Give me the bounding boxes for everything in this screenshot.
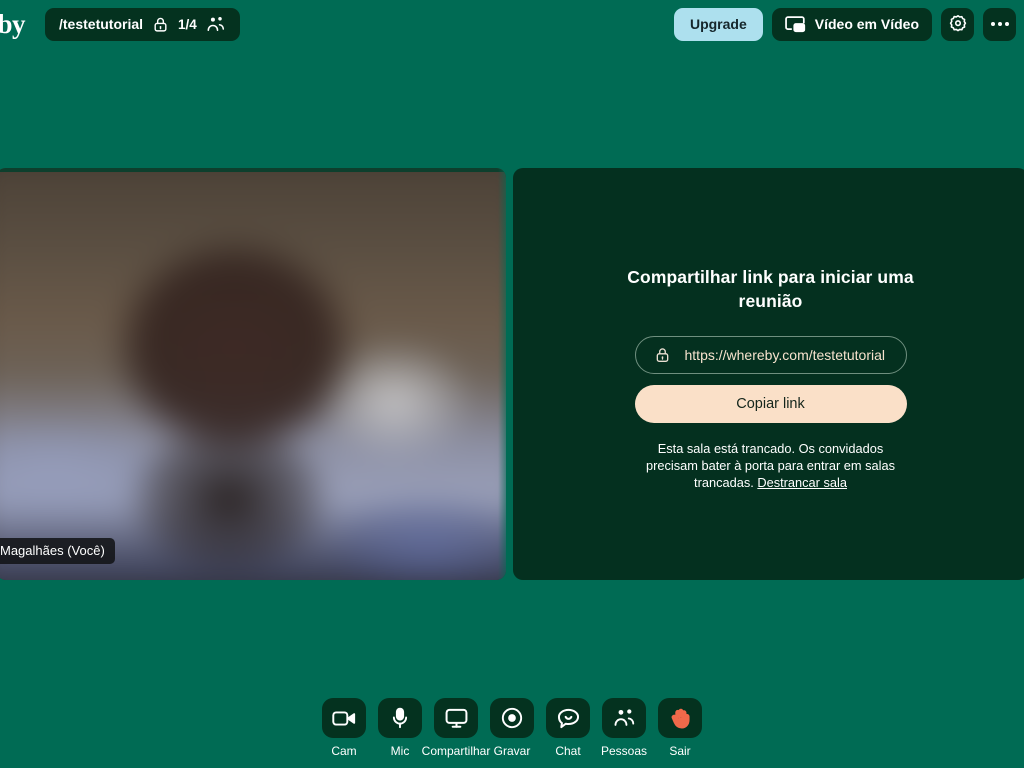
chat-button[interactable] — [546, 698, 590, 738]
copy-link-button[interactable]: Copiar link — [634, 384, 907, 423]
room-name-label: /testetutorial — [59, 16, 144, 32]
mic-button[interactable] — [378, 698, 422, 738]
top-bar-right: Upgrade Vídeo em Vídeo — [673, 7, 1016, 41]
local-video-stream — [0, 168, 506, 580]
microphone-icon — [391, 707, 409, 729]
participant-name-chip: Magalhães (Você) — [0, 538, 115, 564]
video-right-edge — [498, 168, 506, 580]
more-options-button[interactable] — [983, 7, 1016, 41]
lock-icon — [654, 346, 671, 364]
share-label: Compartilhar — [421, 744, 491, 758]
toolbar-item-mic[interactable]: Mic — [378, 698, 422, 758]
record-icon — [501, 707, 523, 729]
toolbar-item-record[interactable]: Gravar — [490, 698, 534, 758]
leave-label: Sair — [669, 744, 691, 758]
screen-share-button[interactable] — [434, 698, 478, 738]
whereby-logo: reby — [0, 8, 26, 39]
video-top-edge — [0, 168, 506, 172]
unlock-room-link[interactable]: Destrancar sala — [757, 475, 847, 490]
whereby-meeting-room: reby /testetutorial 1/4 — [0, 0, 1024, 768]
meeting-stage: Magalhães (Você) Compartilhar link para … — [0, 168, 1024, 580]
room-info-pill[interactable]: /testetutorial 1/4 — [45, 7, 240, 41]
room-link-field[interactable]: https://whereby.com/testetutorial — [634, 335, 907, 374]
room-link-value: https://whereby.com/testetutorial — [684, 346, 886, 363]
mic-label: Mic — [390, 744, 410, 758]
cam-label: Cam — [331, 744, 357, 758]
toolbar-item-leave[interactable]: Sair — [658, 698, 702, 758]
toolbar-item-cam[interactable]: Cam — [322, 698, 366, 758]
share-panel-title: Compartilhar link para iniciar uma reuni… — [627, 267, 914, 311]
screen-share-icon — [445, 708, 468, 729]
camera-icon — [332, 710, 356, 727]
toolbar-item-chat[interactable]: Chat — [546, 698, 590, 758]
people-label: Pessoas — [600, 744, 648, 758]
people-icon — [613, 708, 636, 728]
gear-icon — [948, 14, 968, 34]
room-locked-note: Esta sala está trancado. Os convidados p… — [637, 440, 905, 491]
picture-in-picture-icon — [784, 15, 806, 33]
people-button[interactable] — [602, 698, 646, 738]
upgrade-button[interactable]: Upgrade — [673, 7, 763, 41]
lock-icon — [152, 16, 169, 33]
toolbar-item-people[interactable]: Pessoas — [600, 698, 648, 758]
waving-hand-icon — [669, 707, 692, 730]
picture-in-picture-button[interactable]: Vídeo em Vídeo — [771, 7, 932, 41]
settings-button[interactable] — [941, 7, 974, 41]
toolbar-item-share[interactable]: Compartilhar — [422, 698, 490, 758]
more-options-icon — [990, 22, 1009, 26]
chat-label: Chat — [555, 744, 581, 758]
bottom-toolbar: Cam Mic Compartilhar Gravar Chat Pessoas… — [0, 690, 1024, 768]
record-label: Gravar — [493, 744, 531, 758]
record-button[interactable] — [490, 698, 534, 738]
share-link-panel: Compartilhar link para iniciar uma reuni… — [513, 168, 1024, 580]
leave-button[interactable] — [658, 698, 702, 738]
chat-icon — [557, 708, 580, 729]
picture-in-picture-label: Vídeo em Vídeo — [814, 16, 919, 32]
people-icon — [206, 16, 226, 33]
top-bar-left: reby /testetutorial 1/4 — [0, 0, 240, 48]
cam-button[interactable] — [322, 698, 366, 738]
participant-count-label: 1/4 — [178, 16, 197, 32]
local-video-tile[interactable]: Magalhães (Você) — [0, 168, 506, 580]
top-bar: reby /testetutorial 1/4 — [0, 0, 1024, 48]
